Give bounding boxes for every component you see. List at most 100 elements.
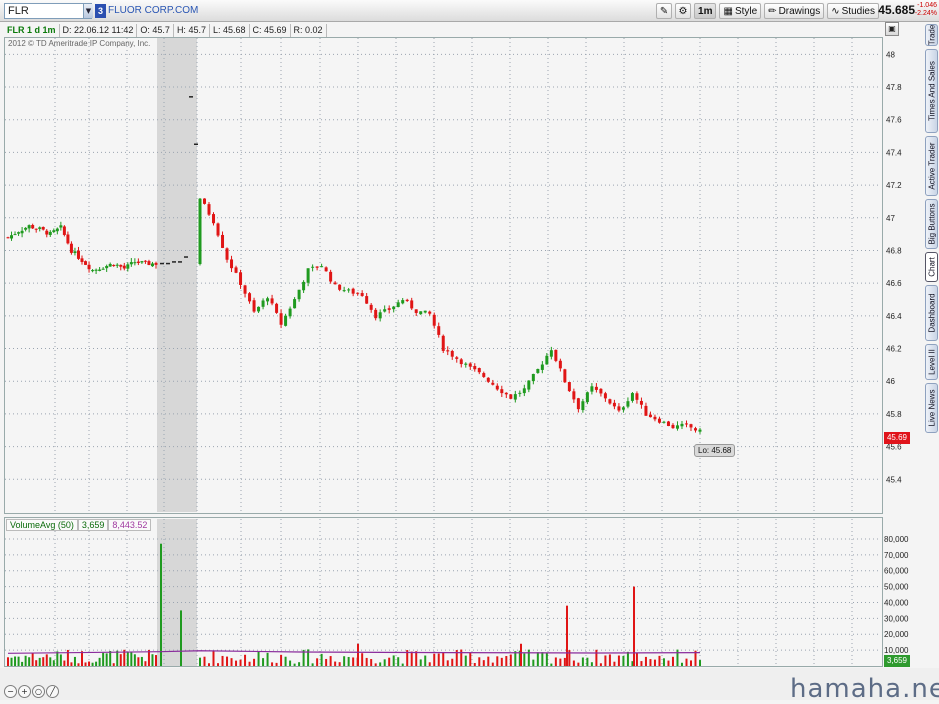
- tab-trade[interactable]: Trade: [925, 24, 938, 46]
- bar-range: R: 0.02: [291, 23, 327, 37]
- candle-body: [212, 214, 216, 224]
- tab-big-buttons-label: Big Buttons: [927, 203, 936, 245]
- candle-body: [198, 198, 202, 265]
- candle-body: [230, 259, 234, 269]
- zoom-controls: − + ○ ╱: [4, 685, 59, 698]
- price-axis-label: 47.2: [886, 181, 902, 190]
- tab-level-ii[interactable]: Level II: [925, 344, 938, 380]
- volume-axis-label: 70,000: [884, 551, 909, 560]
- candle-body: [392, 306, 396, 310]
- candle-body: [216, 223, 220, 236]
- tab-level-ii-label: Level II: [927, 349, 936, 375]
- candle-body: [59, 225, 63, 228]
- candle-body: [27, 225, 31, 229]
- candle-body: [464, 363, 468, 365]
- candle-body: [62, 226, 66, 235]
- candle-body: [698, 429, 702, 432]
- candle-body: [396, 302, 400, 308]
- tab-dashboard-label: Dashboard: [927, 293, 936, 333]
- price-axis-label: 47.6: [886, 116, 902, 125]
- tab-trade-label: Trade: [927, 24, 936, 46]
- candle-body: [311, 266, 315, 268]
- candle-body: [531, 373, 535, 382]
- candle-body: [140, 261, 144, 263]
- candle-body: [369, 304, 373, 310]
- candle-body: [423, 310, 427, 313]
- candle-body: [477, 368, 481, 373]
- candle-body: [351, 288, 355, 294]
- candle-body: [207, 204, 211, 215]
- candle-body: [234, 267, 238, 273]
- tab-times-and-sales[interactable]: Times And Sales: [925, 49, 938, 133]
- candle-body: [585, 392, 589, 403]
- candle-body: [108, 263, 112, 267]
- tab-times-and-sales-label: Times And Sales: [927, 61, 936, 121]
- candle-body: [248, 293, 252, 302]
- volume-tag: 3,659: [884, 655, 910, 667]
- candle-body: [41, 226, 45, 230]
- candle-body: [450, 350, 454, 357]
- zoom-out-icon[interactable]: −: [4, 685, 17, 698]
- candle-body: [419, 311, 423, 315]
- candle-body: [540, 364, 544, 370]
- candle-body: [446, 350, 450, 352]
- candle-body: [98, 269, 102, 271]
- volume-study-label[interactable]: VolumeAvg (50) 3,659 8,443.52: [6, 519, 152, 531]
- candle-body: [693, 428, 697, 431]
- candle-body: [599, 388, 603, 394]
- candle-body: [378, 312, 382, 319]
- candle-body: [126, 264, 130, 269]
- candle-body: [329, 271, 333, 282]
- candle-body: [24, 227, 28, 230]
- candle-body: [653, 416, 657, 420]
- candle-body: [105, 265, 109, 269]
- price-axis-label: 45.4: [886, 475, 902, 484]
- candle-body: [576, 398, 580, 410]
- candle-body: [302, 281, 306, 291]
- candle-body: [13, 234, 17, 236]
- candle-body: [257, 306, 261, 312]
- price-axis-label: 46.4: [886, 312, 902, 321]
- tab-active-trader[interactable]: Active Trader: [925, 136, 938, 196]
- candle-body: [455, 357, 459, 359]
- candle-body: [437, 326, 441, 335]
- candle-body: [293, 299, 297, 309]
- tab-dashboard[interactable]: Dashboard: [925, 285, 938, 341]
- candle-body: [221, 234, 225, 248]
- price-axis-label: 47: [886, 214, 895, 223]
- candle-body: [338, 284, 342, 290]
- tab-live-news[interactable]: Live News: [925, 383, 938, 433]
- bar-open: O: 45.7: [137, 23, 174, 37]
- candle-body: [594, 386, 598, 390]
- candle-body: [20, 230, 24, 234]
- candle-body: [324, 267, 328, 272]
- tab-big-buttons[interactable]: Big Buttons: [925, 199, 938, 249]
- candle-body: [94, 269, 98, 271]
- candle-body: [662, 421, 666, 423]
- candle-body: [410, 300, 414, 309]
- tab-chart[interactable]: Chart: [925, 252, 938, 282]
- zoom-fit-icon[interactable]: ○: [32, 685, 45, 698]
- bar-date: D: 22.06.12 11:42: [60, 23, 138, 37]
- side-tabs: Trade Times And Sales Active Trader Big …: [924, 22, 939, 542]
- volume-axis-label: 60,000: [884, 567, 909, 576]
- candle-body: [657, 418, 661, 423]
- candle-body: [567, 382, 571, 392]
- candle-body: [527, 380, 531, 390]
- candle-body: [356, 292, 360, 294]
- volume-value: 3,659: [77, 519, 109, 531]
- candle-body: [34, 228, 38, 230]
- candle-body: [119, 264, 123, 267]
- volume-axis-label: 30,000: [884, 614, 909, 623]
- candle-body: [84, 261, 88, 265]
- candle-body: [203, 198, 207, 204]
- tab-chart-label: Chart: [927, 257, 936, 277]
- candle-body: [52, 230, 56, 233]
- candle-body: [284, 315, 288, 326]
- drawing-tool-icon[interactable]: ╱: [46, 685, 59, 698]
- volume-study-name: VolumeAvg (50): [6, 519, 78, 531]
- candle-body: [261, 300, 265, 307]
- chart-symbol-label[interactable]: FLR 1 d 1m: [4, 23, 60, 37]
- zoom-in-icon[interactable]: +: [18, 685, 31, 698]
- candle-body: [342, 290, 346, 292]
